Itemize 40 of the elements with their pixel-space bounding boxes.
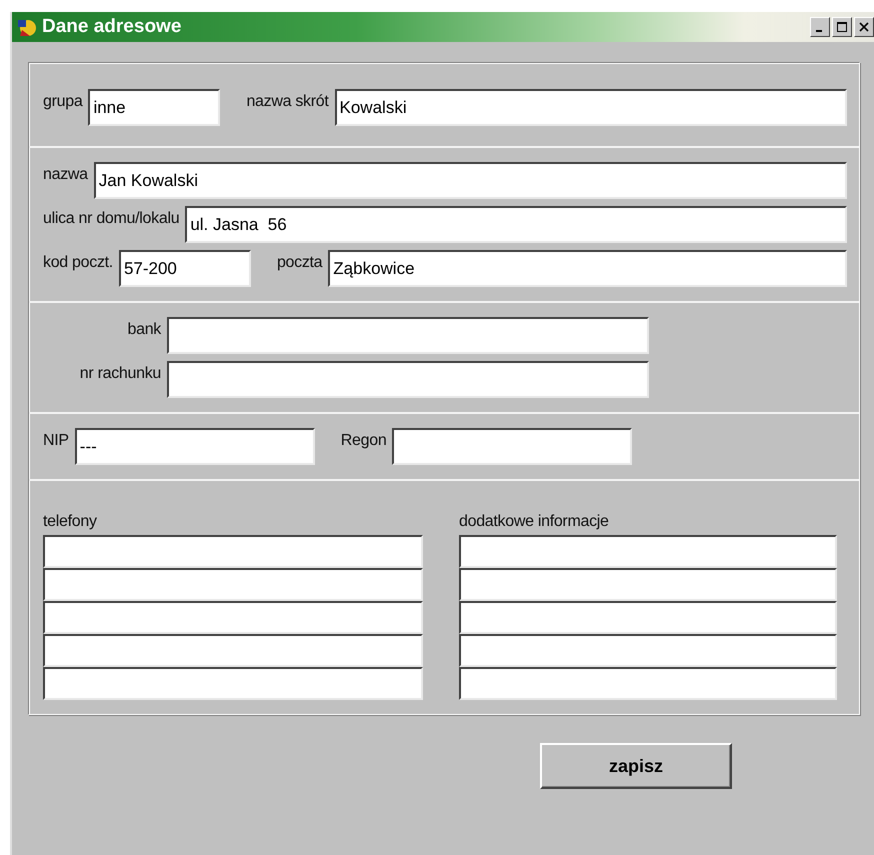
text-field[interactable]: Kowalski xyxy=(334,89,847,126)
text-field[interactable] xyxy=(459,568,837,601)
text-field[interactable] xyxy=(459,667,837,700)
field-label: poczta xyxy=(276,253,322,272)
minimize-button[interactable] xyxy=(810,17,830,37)
text-field[interactable] xyxy=(459,601,837,634)
minimize-icon xyxy=(816,30,822,32)
field-label: nazwa xyxy=(43,165,88,184)
field-label: NIP xyxy=(43,431,69,450)
field-label: ulica nr domu/lokalu xyxy=(43,209,180,228)
close-icon xyxy=(859,22,869,32)
field-label: grupa xyxy=(43,92,82,111)
text-field[interactable] xyxy=(167,361,649,398)
text-field[interactable] xyxy=(392,428,632,465)
maximize-icon xyxy=(836,21,848,33)
close-button[interactable] xyxy=(854,17,874,37)
field-label: dodatkowe informacje xyxy=(459,513,610,532)
text-field[interactable]: Ząbkowice xyxy=(328,250,847,287)
text-field[interactable]: 57-200 xyxy=(118,250,251,287)
field-label: nazwa skrót xyxy=(246,92,329,111)
text-field[interactable] xyxy=(459,535,837,568)
field-label: Regon xyxy=(340,431,386,450)
text-field[interactable]: inne xyxy=(88,89,220,126)
text-field[interactable]: --- xyxy=(74,428,315,465)
window-title: Dane adresowe xyxy=(42,16,182,38)
text-field[interactable]: ul. Jasna 56 xyxy=(185,206,847,243)
text-field[interactable] xyxy=(43,601,423,634)
text-field[interactable] xyxy=(43,568,423,601)
save-button[interactable]: zapisz xyxy=(540,743,732,789)
field-label: telefony xyxy=(43,513,98,532)
text-field[interactable] xyxy=(167,317,649,354)
maximize-button[interactable] xyxy=(832,17,852,37)
field-label: kod poczt. xyxy=(43,253,113,272)
text-field[interactable] xyxy=(43,667,423,700)
text-field[interactable] xyxy=(43,535,423,568)
text-field[interactable]: Jan Kowalski xyxy=(94,162,847,199)
field-label: bank xyxy=(126,320,161,339)
text-field[interactable] xyxy=(459,634,837,667)
text-field[interactable] xyxy=(43,634,423,667)
field-label: nr rachunku xyxy=(78,364,161,383)
